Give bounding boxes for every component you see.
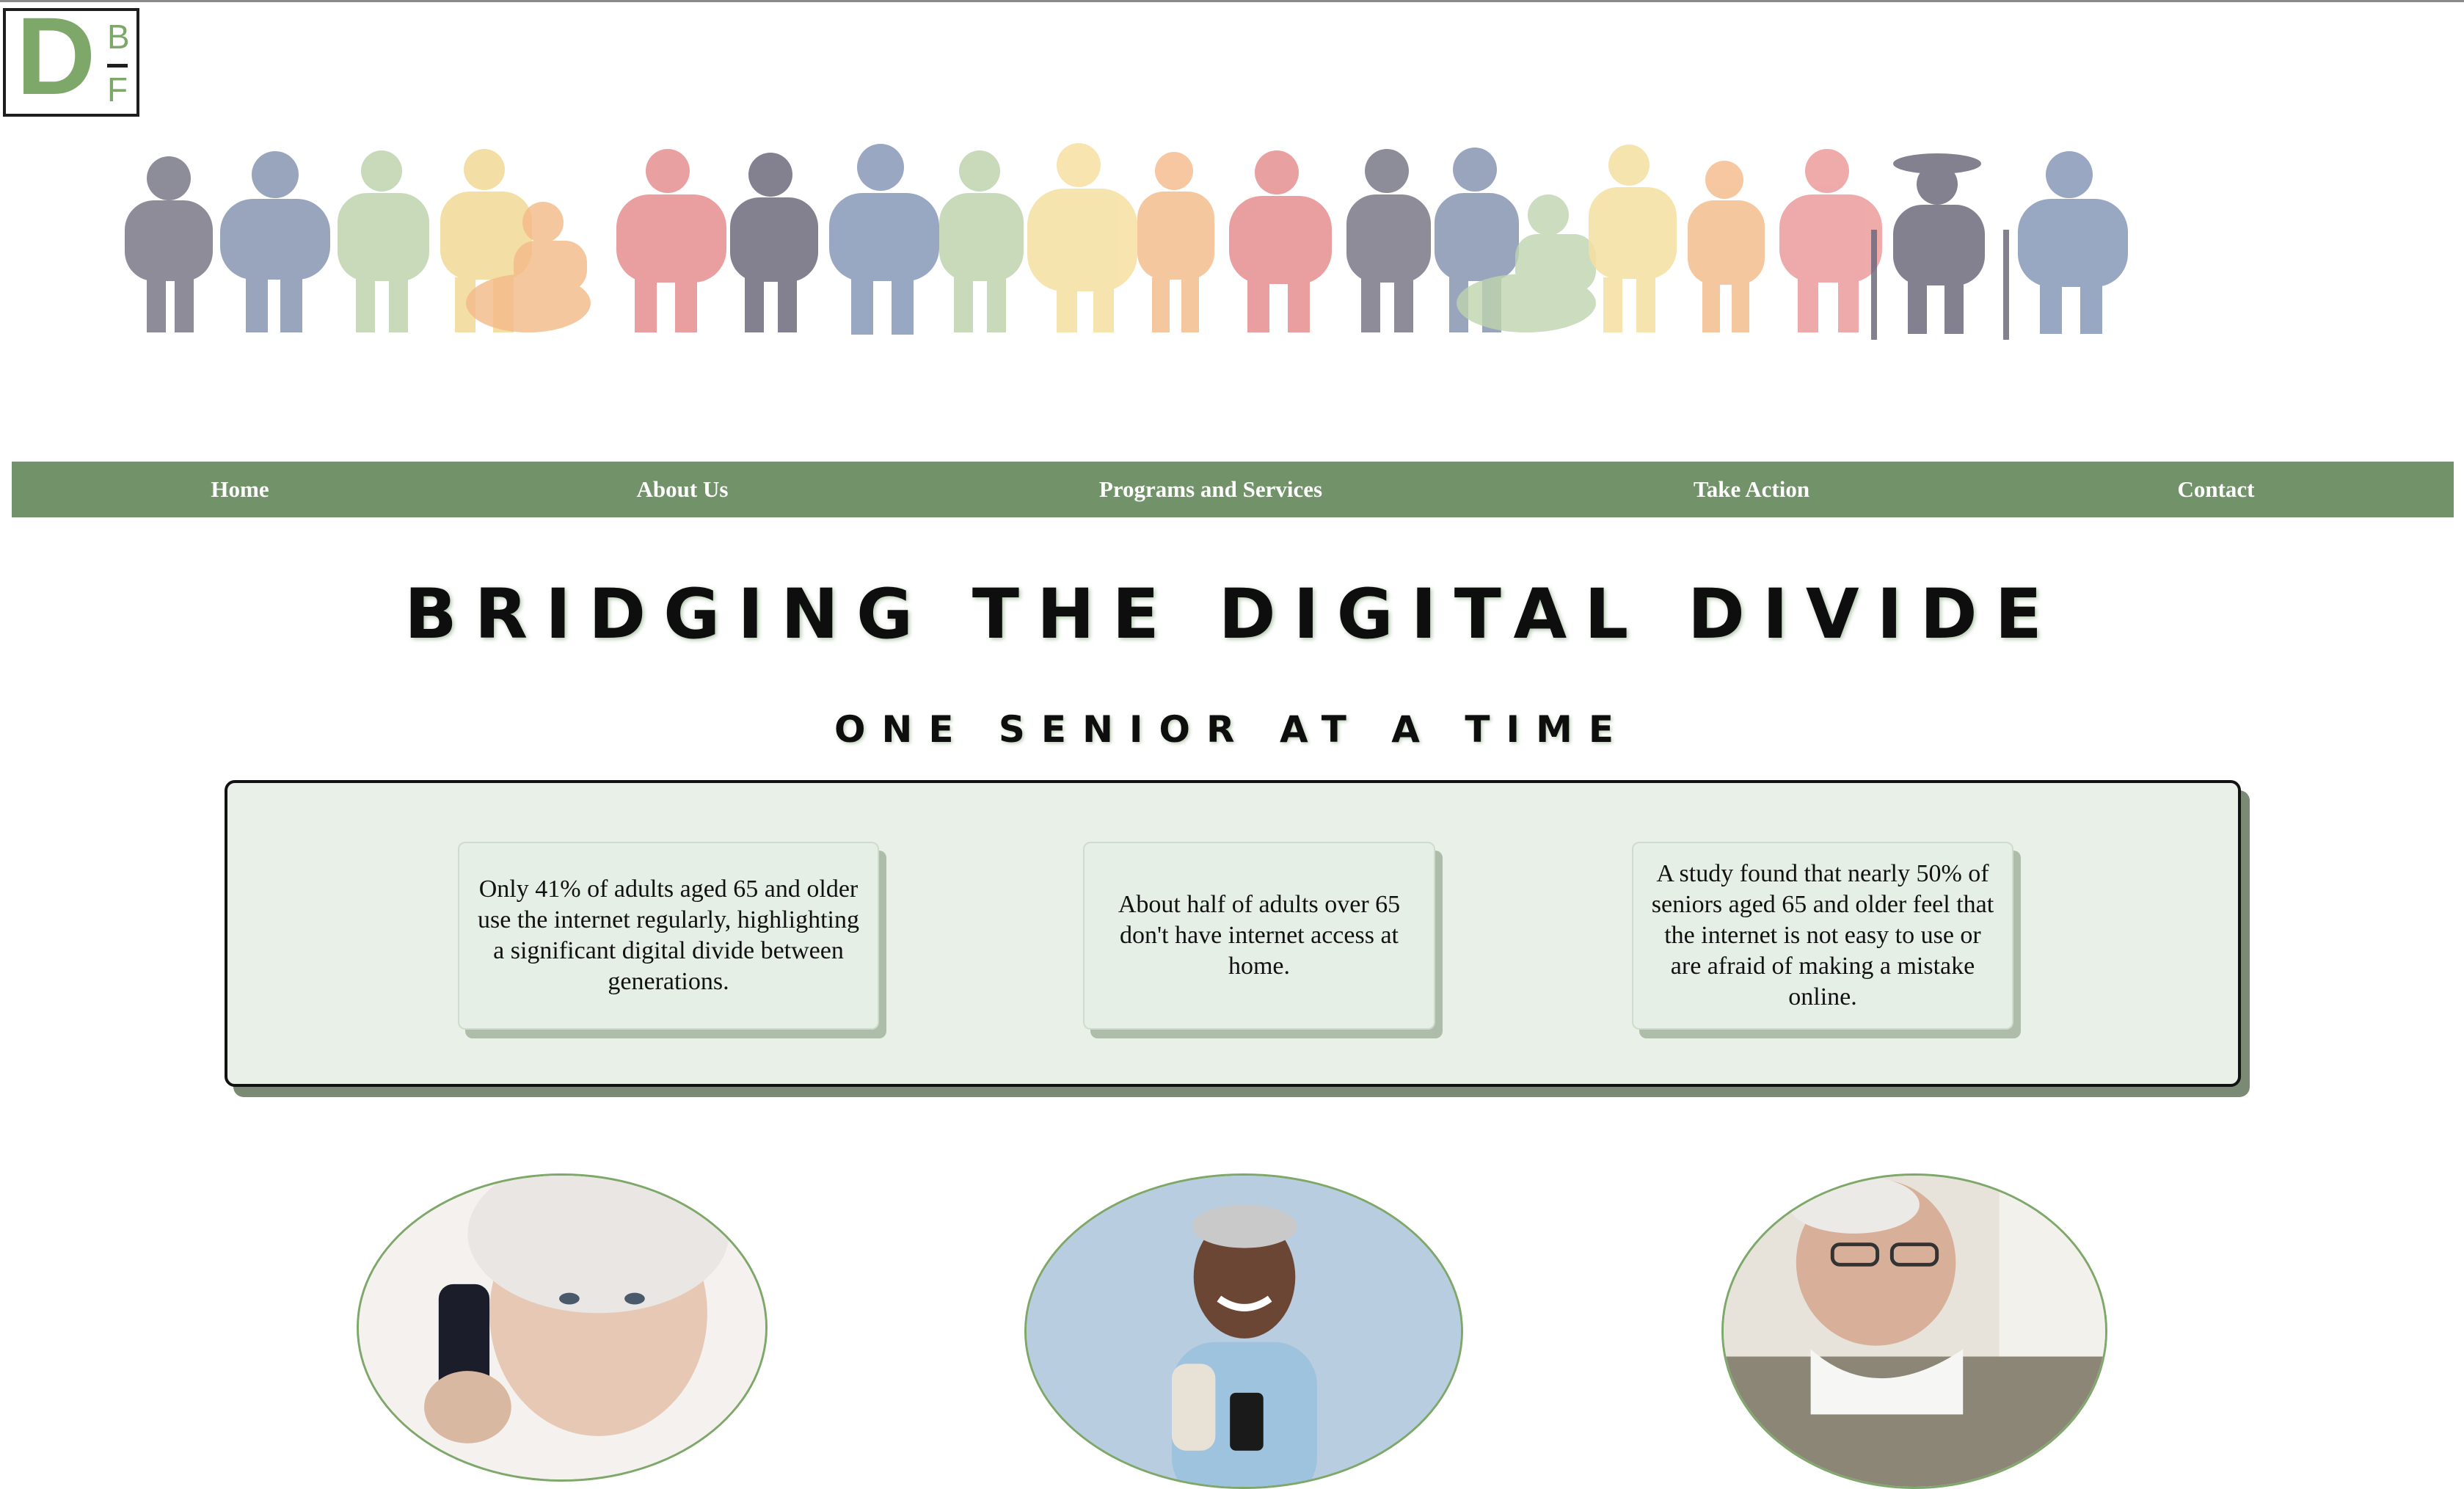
main-nav: Home About Us Programs and Services Take… (12, 462, 2454, 517)
page-subheadline: ONE SENIOR AT A TIME (834, 708, 1630, 751)
stat-card-text: Only 41% of adults aged 65 and older use… (478, 875, 859, 995)
crowd-banner-illustration (125, 143, 2128, 340)
stat-card-ease-of-use: A study found that nearly 50% of seniors… (1632, 842, 2013, 1030)
portrait-senior-woman-phone (357, 1173, 768, 1482)
logo-divider (107, 64, 128, 68)
logo-letter-d: D (16, 0, 96, 117)
logo-letter-b: B (107, 18, 130, 56)
site-logo[interactable]: D B F (3, 1, 139, 117)
logo-letter-f: F (107, 70, 128, 109)
page-headline: BRIDGING THE DIGITAL DIVIDE (404, 575, 2060, 655)
senior-man-glasses-icon (1724, 1176, 2105, 1487)
senior-man-smartphone-icon (1027, 1176, 1461, 1487)
stats-panel: Only 41% of adults aged 65 and older use… (225, 780, 2241, 1087)
nav-home[interactable]: Home (211, 462, 269, 517)
portrait-senior-man-smartphone (1024, 1173, 1463, 1489)
stat-card-text: About half of adults over 65 don't have … (1118, 891, 1401, 980)
stat-card-text: A study found that nearly 50% of seniors… (1651, 860, 1994, 1011)
stat-card-internet-use: Only 41% of adults aged 65 and older use… (458, 842, 879, 1030)
nav-about-us[interactable]: About Us (637, 462, 729, 517)
senior-woman-phone-icon (359, 1176, 765, 1479)
nav-take-action[interactable]: Take Action (1694, 462, 1809, 517)
stat-card-home-access: About half of adults over 65 don't have … (1083, 842, 1435, 1030)
nav-contact[interactable]: Contact (2177, 462, 2254, 517)
nav-programs-and-services[interactable]: Programs and Services (1099, 462, 1322, 517)
people-silhouettes-icon (125, 143, 2128, 340)
portrait-senior-man-glasses (1721, 1173, 2107, 1489)
